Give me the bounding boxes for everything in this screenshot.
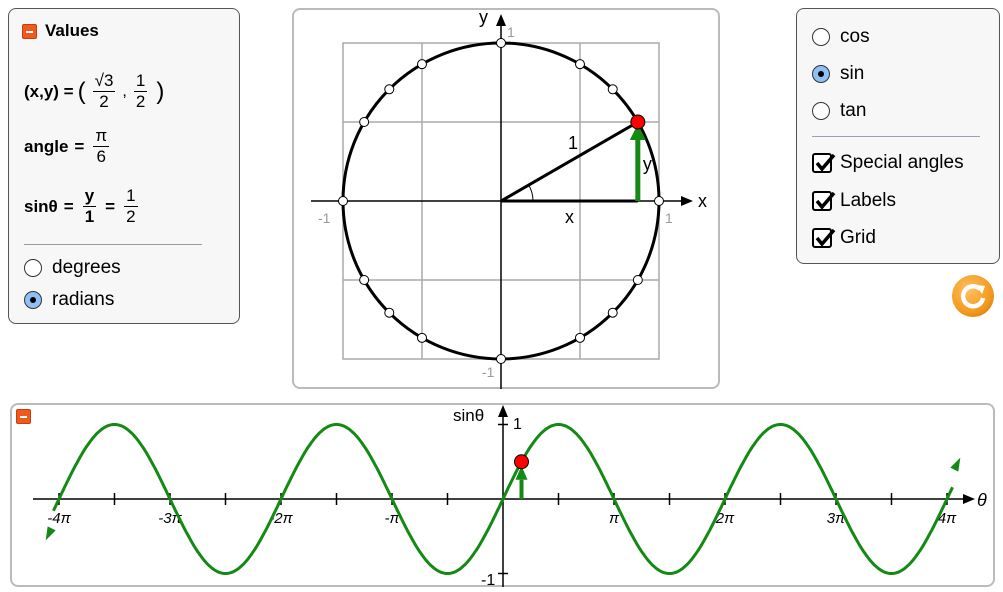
radio-button[interactable]	[812, 28, 830, 46]
radio-button[interactable]	[812, 65, 830, 83]
radio-cos[interactable]: cos	[812, 26, 870, 48]
sine-graph[interactable]: -4π -3π -2π -π π 2π 3π 4πsinθ 1-1θ	[10, 403, 995, 587]
hypotenuse-label: 1	[568, 133, 578, 153]
radio-button[interactable]	[24, 259, 42, 277]
radio-label: tan	[840, 100, 867, 121]
paren: )	[156, 77, 165, 105]
values-title: Values	[45, 21, 99, 40]
radio-label: cos	[840, 26, 870, 47]
special-angle-dot	[575, 332, 585, 343]
angle-label: angle	[24, 136, 69, 156]
graph-point-handle[interactable]	[514, 454, 529, 470]
special-angle-dot	[496, 38, 506, 48]
special-angle-dot	[632, 275, 643, 285]
equals: =	[63, 196, 74, 216]
equals: =	[74, 136, 85, 156]
radio-button[interactable]	[812, 102, 830, 120]
radio-label: degrees	[52, 257, 121, 278]
y-axis-arrow-icon	[496, 14, 506, 26]
y-tick-label-neg1: -1	[481, 572, 495, 587]
special-angle-dot	[384, 84, 395, 95]
special-angle-dot	[417, 59, 427, 70]
special-angle-dot	[359, 117, 370, 127]
checkbox-label: Special angles	[840, 152, 964, 173]
check-icon[interactable]	[812, 191, 836, 211]
radio-tan[interactable]: tan	[812, 100, 866, 122]
special-angle-dot	[359, 275, 370, 285]
checkbox-grid[interactable]: Grid	[812, 227, 876, 249]
x-leg-label: x	[565, 207, 574, 227]
equals: =	[105, 196, 116, 216]
checkbox-labels[interactable]: Labels	[812, 190, 896, 212]
special-angle-dot	[417, 332, 427, 343]
sin-value: 12	[124, 186, 138, 226]
radio-label: radians	[52, 289, 115, 310]
checkbox-label: Grid	[840, 227, 876, 248]
function-panel: cos sin tan Special angles Labels Grid	[796, 8, 1000, 264]
special-angle-dot	[607, 307, 618, 318]
curve-end-arrow-icon	[950, 457, 961, 472]
unit-circle[interactable]: x y 1 1 -1 -1 1 x y	[292, 8, 720, 389]
checkbox-special-angles[interactable]: Special angles	[812, 152, 964, 174]
sin-ratio: y1	[82, 186, 97, 226]
angle-value: π6	[93, 126, 110, 166]
theta-tick-label: π	[609, 510, 620, 527]
y-tick-neg1: -1	[482, 364, 495, 380]
radio-radians[interactable]: radians	[24, 289, 114, 311]
y-leg-label: y	[643, 154, 652, 174]
y-tick-1: 1	[507, 24, 515, 40]
reset-icon	[960, 284, 986, 309]
radio-degrees[interactable]: degrees	[24, 257, 121, 279]
sin-axis-label: sinθ	[453, 406, 484, 425]
special-angle-dot	[575, 59, 585, 70]
check-icon[interactable]	[812, 153, 836, 173]
curve-end-arrow-icon	[45, 526, 56, 541]
angle-point-handle[interactable]	[630, 114, 646, 130]
x-axis-label: x	[698, 191, 707, 211]
x-tick-neg1: -1	[318, 210, 331, 226]
theta-axis-arrow-icon	[963, 494, 975, 504]
checkbox-label: Labels	[840, 190, 896, 211]
special-angle-dot	[607, 84, 618, 95]
x-axis-arrow-icon	[681, 196, 693, 206]
special-angle-dot	[338, 196, 348, 206]
angle-arc	[528, 184, 534, 202]
reset-button[interactable]	[952, 275, 994, 317]
y-axis-label: y	[479, 8, 488, 27]
divider	[24, 244, 202, 245]
sin-axis-arrow-icon	[498, 405, 508, 417]
x-value: √3 2	[92, 71, 116, 111]
collapse-values-button[interactable]	[22, 23, 37, 39]
radio-sin[interactable]: sin	[812, 63, 864, 85]
radio-button[interactable]	[24, 291, 42, 309]
x-tick-1: 1	[665, 210, 673, 226]
radio-label: sin	[840, 63, 865, 84]
y-value: 12	[133, 71, 148, 111]
xy-label: (x,y) =	[24, 81, 74, 101]
values-panel: Values (x,y) = ( √3 2 , 12 ) angle = π6 s…	[8, 8, 240, 324]
comma: ,	[122, 82, 127, 100]
paren: (	[77, 77, 86, 105]
special-angle-dot	[654, 196, 664, 206]
unit-circle-panel: x y 1 1 -1 -1 1 x y	[292, 8, 720, 389]
theta-tick-label: -4π	[47, 510, 71, 527]
special-angle-dot	[384, 307, 395, 318]
check-icon[interactable]	[812, 228, 836, 248]
y-tick-label-1: 1	[513, 416, 522, 433]
sin-label: sinθ	[24, 196, 58, 216]
special-angle-dot	[496, 354, 506, 364]
theta-axis-label: θ	[977, 490, 987, 510]
divider	[812, 136, 980, 137]
graph-panel: -4π -3π -2π -π π 2π 3π 4π sinθ 1 -1 θ	[10, 403, 995, 587]
